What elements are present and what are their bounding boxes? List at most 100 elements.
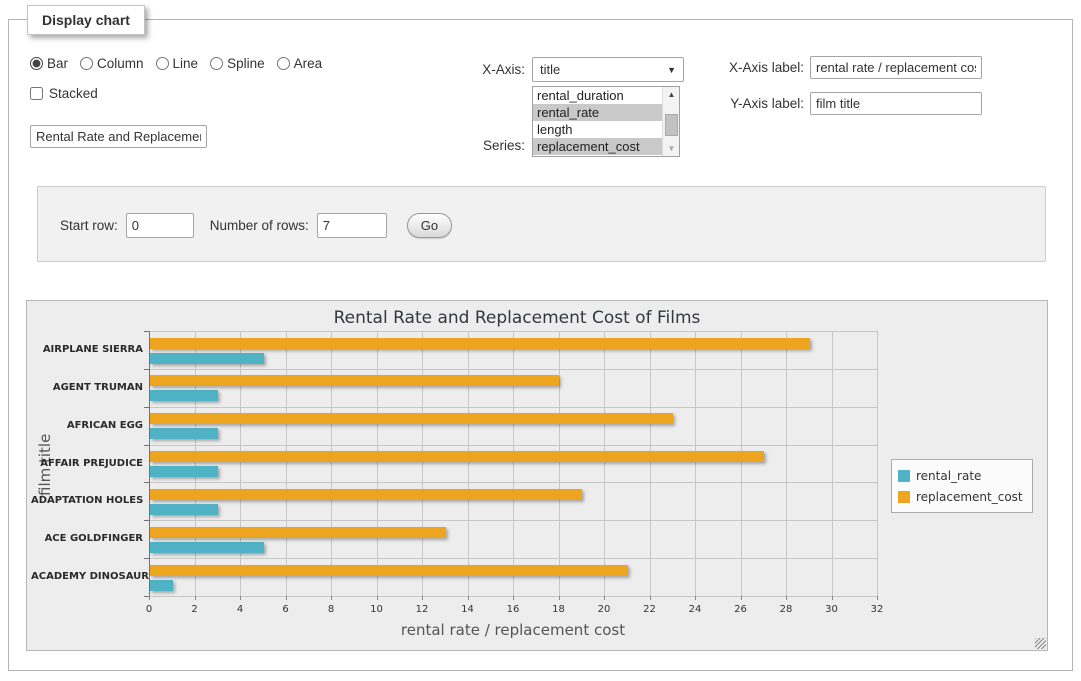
bar-rental_rate	[150, 580, 173, 591]
gridline-vertical	[786, 331, 787, 596]
number-of-rows-label: Number of rows:	[210, 218, 309, 233]
radio-option-column[interactable]: Column	[80, 56, 144, 71]
bar-rental_rate	[150, 390, 218, 401]
x-tick-label: 22	[635, 604, 665, 615]
scrollbar-thumb[interactable]	[665, 114, 678, 136]
radio-option-spline[interactable]: Spline	[210, 56, 265, 71]
radio-bar[interactable]	[30, 57, 43, 70]
gridline-vertical	[240, 331, 241, 596]
number-of-rows-input[interactable]	[317, 213, 387, 238]
x-axis-tick	[422, 596, 423, 600]
series-scrollbar[interactable]: ▲ ▼	[662, 87, 679, 156]
category-label: AGENT TRUMAN	[31, 382, 143, 393]
x-tick-label: 2	[180, 604, 210, 615]
bar-rental_rate	[150, 504, 218, 515]
category-label: AFFAIR PREJUDICE	[31, 458, 143, 469]
radio-label-area: Area	[294, 56, 323, 71]
gridline-vertical	[559, 331, 560, 596]
chart-legend: rental_ratereplacement_cost	[891, 459, 1033, 513]
series-option-length[interactable]: length	[533, 121, 662, 138]
gridline-vertical	[331, 331, 332, 596]
chart-title-input[interactable]	[30, 125, 207, 148]
x-axis-tick	[377, 596, 378, 600]
gridline-vertical	[468, 331, 469, 596]
series-option-rental_duration[interactable]: rental_duration	[533, 87, 662, 104]
x-axis-tick	[331, 596, 332, 600]
x-axis-tick	[559, 596, 560, 600]
gridline-horizontal	[149, 520, 877, 521]
stacked-checkbox[interactable]	[30, 87, 43, 100]
bar-rental_rate	[150, 466, 218, 477]
x-axis-tick	[786, 596, 787, 600]
y-axis-tick	[144, 445, 149, 446]
start-row-label: Start row:	[60, 218, 118, 233]
bar-replacement_cost	[150, 451, 764, 462]
radio-option-line[interactable]: Line	[156, 56, 199, 71]
radio-label-column: Column	[97, 56, 144, 71]
radio-area[interactable]	[277, 57, 290, 70]
bar-replacement_cost	[150, 527, 446, 538]
bar-replacement_cost	[150, 375, 559, 386]
x-axis-label-label: X-Axis label:	[718, 60, 804, 75]
x-axis-tick	[195, 596, 196, 600]
gridline-horizontal	[149, 558, 877, 559]
x-axis-tick	[513, 596, 514, 600]
y-axis-label-input[interactable]	[810, 92, 982, 115]
start-row-input[interactable]	[126, 213, 194, 238]
series-option-replacement_cost[interactable]: replacement_cost	[533, 138, 662, 155]
radio-label-spline: Spline	[227, 56, 265, 71]
x-tick-label: 0	[134, 604, 164, 615]
y-axis-tick	[144, 407, 149, 408]
scroll-down-icon[interactable]: ▼	[663, 141, 680, 156]
x-axis-select-label: X-Axis:	[462, 62, 525, 77]
x-tick-label: 14	[453, 604, 483, 615]
x-axis-select[interactable]: title ▼	[532, 57, 684, 82]
x-tick-label: 32	[862, 604, 892, 615]
bar-replacement_cost	[150, 338, 810, 349]
scroll-up-icon[interactable]: ▲	[663, 87, 680, 102]
chart-title: Rental Rate and Replacement Cost of Film…	[27, 308, 1007, 328]
radio-option-bar[interactable]: Bar	[30, 56, 68, 71]
go-button[interactable]: Go	[407, 213, 452, 238]
gridline-vertical	[377, 331, 378, 596]
x-axis-tick	[149, 596, 150, 600]
category-label: ACE GOLDFINGER	[31, 533, 143, 544]
stacked-label: Stacked	[49, 86, 98, 101]
category-label: AFRICAN EGG	[31, 420, 143, 431]
radio-option-area[interactable]: Area	[277, 56, 323, 71]
gridline-vertical	[832, 331, 833, 596]
gridline-horizontal	[149, 445, 877, 446]
x-axis-tick	[650, 596, 651, 600]
x-axis-tick	[604, 596, 605, 600]
radio-line[interactable]	[156, 57, 169, 70]
x-tick-label: 4	[225, 604, 255, 615]
legend-item-rental_rate[interactable]: rental_rate	[898, 465, 1023, 486]
bar-replacement_cost	[150, 489, 582, 500]
gridline-vertical	[604, 331, 605, 596]
category-label: ACADEMY DINOSAUR	[31, 571, 143, 582]
x-tick-label: 28	[771, 604, 801, 615]
resize-handle-icon[interactable]	[1035, 638, 1046, 649]
x-tick-label: 24	[680, 604, 710, 615]
legend-item-replacement_cost[interactable]: replacement_cost	[898, 486, 1023, 507]
category-label: ADAPTATION HOLES	[31, 495, 143, 506]
legend-swatch-rental_rate	[898, 470, 910, 482]
x-axis-tick	[877, 596, 878, 600]
gridline-vertical	[650, 331, 651, 596]
y-axis-line	[149, 331, 150, 596]
x-axis-label-input[interactable]	[810, 56, 982, 79]
gridline-vertical	[513, 331, 514, 596]
y-axis-tick	[144, 558, 149, 559]
series-select-label: Series:	[462, 138, 525, 153]
series-multiselect[interactable]: rental_durationrental_ratelengthreplacem…	[532, 86, 680, 157]
series-option-rental_rate[interactable]: rental_rate	[533, 104, 662, 121]
gridline-vertical	[422, 331, 423, 596]
x-tick-label: 30	[817, 604, 847, 615]
bar-replacement_cost	[150, 565, 628, 576]
radio-spline[interactable]	[210, 57, 223, 70]
gridline-vertical	[695, 331, 696, 596]
legend-swatch-replacement_cost	[898, 491, 910, 503]
row-range-panel: Start row: Number of rows: Go	[37, 186, 1046, 262]
radio-column[interactable]	[80, 57, 93, 70]
chart-container: Rental Rate and Replacement Cost of Film…	[26, 300, 1048, 651]
